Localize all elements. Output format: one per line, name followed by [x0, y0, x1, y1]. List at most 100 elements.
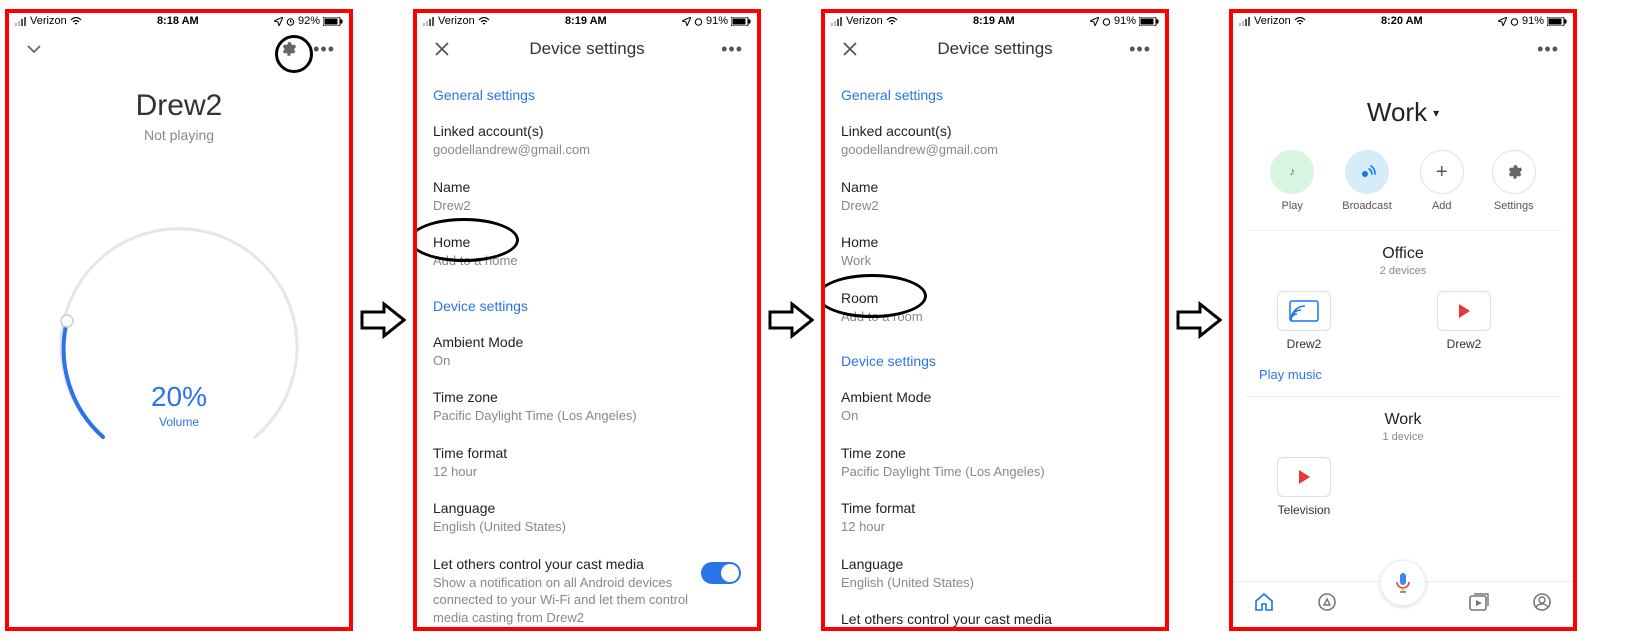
wifi-icon: [478, 17, 490, 26]
item-home[interactable]: HomeAdd to a home: [417, 224, 757, 280]
volume-label: Volume: [49, 415, 309, 429]
settings-gear-icon[interactable]: [277, 38, 299, 60]
action-add[interactable]: +Add: [1420, 150, 1464, 212]
battery-pct: 91%: [1114, 15, 1136, 27]
carrier-label: Verizon: [846, 15, 883, 27]
mic-button[interactable]: [1380, 560, 1426, 606]
home-selector[interactable]: Work ▾: [1233, 97, 1573, 128]
battery-icon: [1139, 17, 1159, 26]
action-broadcast[interactable]: Broadcast: [1342, 150, 1392, 212]
section-general: General settings: [825, 69, 1165, 113]
location-icon: [1498, 17, 1507, 26]
tab-discover[interactable]: [1317, 592, 1337, 617]
item-time-format[interactable]: Time format12 hour: [825, 490, 1165, 546]
item-cast-control[interactable]: Let others control your cast mediaShow a…: [417, 546, 757, 627]
clock-label: 8:19 AM: [973, 15, 1015, 27]
action-play[interactable]: ♪Play: [1270, 150, 1314, 212]
battery-pct: 91%: [706, 15, 728, 27]
tab-bar: [1233, 581, 1573, 627]
item-time-zone[interactable]: Time zonePacific Daylight Time (Los Ange…: [417, 379, 757, 435]
signal-icon: [423, 17, 435, 26]
item-time-zone[interactable]: Time zonePacific Daylight Time (Los Ange…: [825, 435, 1165, 491]
overflow-menu-icon[interactable]: •••: [721, 39, 743, 60]
item-linked-accounts[interactable]: Linked account(s)goodellandrew@gmail.com: [417, 113, 757, 169]
volume-dial[interactable]: 20% Volume: [49, 223, 309, 483]
section-general: General settings: [417, 69, 757, 113]
item-home[interactable]: HomeWork: [825, 224, 1165, 280]
overflow-menu-icon[interactable]: •••: [1537, 39, 1559, 60]
item-name[interactable]: NameDrew2: [417, 169, 757, 225]
screen-1-device: Verizon 8:18 AM 92% ••• Drew2 Not playin…: [5, 9, 353, 631]
tab-home[interactable]: [1254, 593, 1274, 616]
signal-icon: [831, 17, 843, 26]
status-bar: Verizon 8:18 AM 92%: [9, 13, 349, 29]
header: •••: [9, 29, 349, 69]
header: Device settings •••: [825, 29, 1165, 69]
action-settings[interactable]: Settings: [1492, 150, 1536, 212]
cast-toggle[interactable]: [701, 562, 741, 584]
wifi-icon: [70, 17, 82, 26]
compass-icon: [1317, 592, 1337, 612]
wifi-icon: [886, 17, 898, 26]
step-arrow: [353, 300, 413, 340]
battery-icon: [323, 17, 343, 26]
status-bar: Verizon 8:19 AM 91%: [825, 13, 1165, 29]
screen-2-settings: Verizon 8:19 AM 91% Device settings ••• …: [413, 9, 761, 631]
item-ambient-mode[interactable]: Ambient ModeOn: [417, 324, 757, 380]
header: Device settings •••: [417, 29, 757, 69]
location-icon: [682, 17, 691, 26]
device-name: Drew2: [136, 89, 223, 123]
alarm-icon: [1510, 17, 1519, 26]
screen-4-home: Verizon 8:20 AM 91% ••• Work ▾ ♪Play Bro…: [1229, 9, 1577, 631]
volume-percent: 20%: [49, 381, 309, 413]
clock-label: 8:19 AM: [565, 15, 607, 27]
overflow-menu-icon[interactable]: •••: [1129, 39, 1151, 60]
item-language[interactable]: LanguageEnglish (United States): [825, 546, 1165, 602]
battery-icon: [1547, 17, 1567, 26]
play-icon: [1296, 469, 1312, 485]
clock-label: 8:20 AM: [1381, 15, 1423, 27]
device-card-television[interactable]: Television: [1259, 457, 1349, 517]
item-linked-accounts[interactable]: Linked account(s)goodellandrew@gmail.com: [825, 113, 1165, 169]
status-bar: Verizon 8:19 AM 91%: [417, 13, 757, 29]
carrier-label: Verizon: [30, 15, 67, 27]
header: •••: [1233, 29, 1573, 69]
media-icon: [1469, 593, 1489, 611]
account-icon: [1532, 592, 1552, 612]
device-card-drew2-play[interactable]: Drew2: [1419, 291, 1509, 351]
close-icon[interactable]: [431, 38, 453, 60]
item-ambient-mode[interactable]: Ambient ModeOn: [825, 379, 1165, 435]
step-arrow: [761, 300, 821, 340]
page-title: Device settings: [937, 39, 1052, 59]
back-chevron-icon[interactable]: [23, 38, 45, 60]
item-cast-control[interactable]: Let others control your cast media: [825, 601, 1165, 627]
clock-label: 8:18 AM: [157, 15, 199, 27]
broadcast-icon: [1345, 150, 1389, 194]
page-title: Device settings: [529, 39, 644, 59]
mic-icon: [1395, 572, 1411, 594]
plus-icon: +: [1420, 150, 1464, 194]
signal-icon: [15, 17, 27, 26]
tab-account[interactable]: [1532, 592, 1552, 617]
battery-icon: [731, 17, 751, 26]
item-language[interactable]: LanguageEnglish (United States): [417, 490, 757, 546]
location-icon: [1090, 17, 1099, 26]
step-arrow: [1169, 300, 1229, 340]
group-office: Office 2 devices Drew2 Drew2: [1233, 231, 1573, 361]
location-icon: [274, 17, 283, 26]
section-device: Device settings: [417, 280, 757, 324]
tab-media[interactable]: [1469, 593, 1489, 616]
item-room[interactable]: RoomAdd to a room: [825, 280, 1165, 336]
chevron-down-icon: ▾: [1433, 106, 1439, 120]
home-icon: [1254, 593, 1274, 611]
device-card-drew2-cast[interactable]: Drew2: [1259, 291, 1349, 351]
play-music-link[interactable]: Play music: [1233, 361, 1573, 396]
close-icon[interactable]: [839, 38, 861, 60]
screen-3-settings-room: Verizon 8:19 AM 91% Device settings ••• …: [821, 9, 1169, 631]
action-row: ♪Play Broadcast +Add Settings: [1233, 150, 1573, 212]
item-time-format[interactable]: Time format12 hour: [417, 435, 757, 491]
overflow-menu-icon[interactable]: •••: [313, 39, 335, 60]
item-name[interactable]: NameDrew2: [825, 169, 1165, 225]
play-icon: [1456, 303, 1472, 319]
music-note-icon: ♪: [1270, 150, 1314, 194]
